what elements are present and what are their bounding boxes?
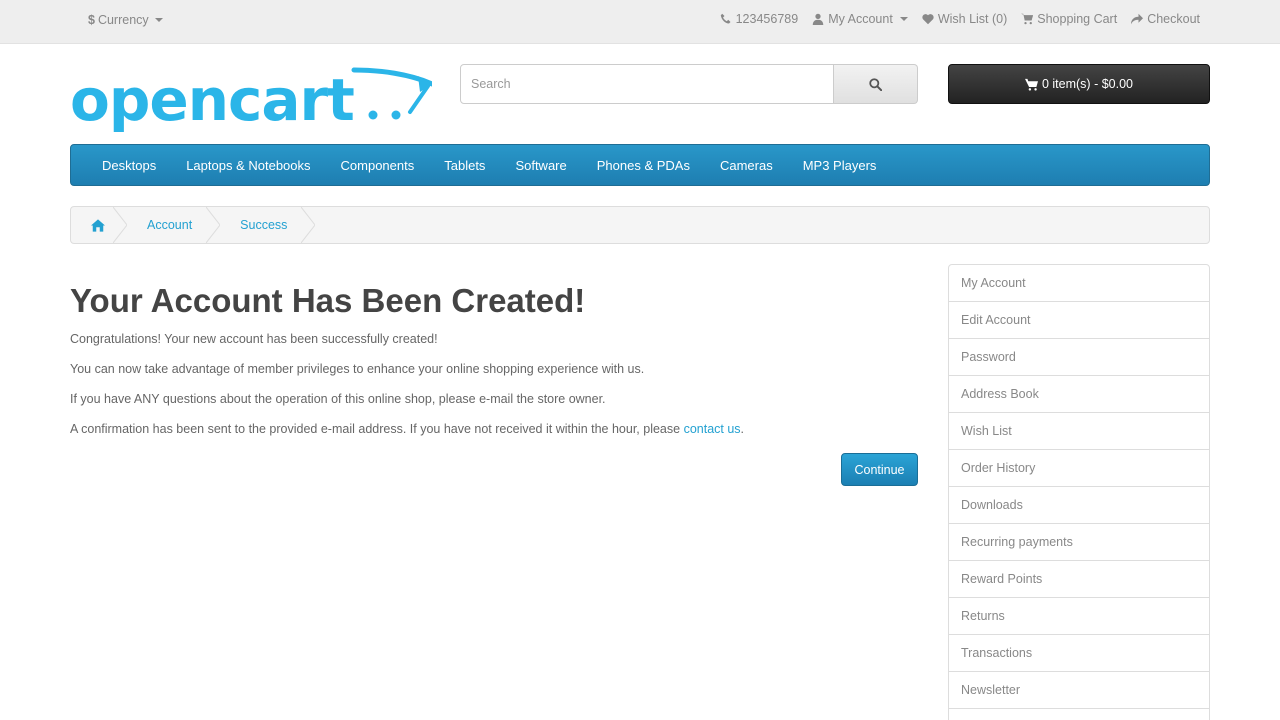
sidebar-item-my-account[interactable]: My Account [949,265,1209,302]
sidebar-item-more[interactable] [949,709,1209,720]
page-title: Your Account Has Been Created! [70,282,586,319]
my-account-label: My Account [828,12,893,26]
sidebar-item-password[interactable]: Password [949,339,1209,376]
share-icon [1131,13,1144,25]
breadcrumb-account[interactable]: Account [127,207,221,243]
breadcrumb-success[interactable]: Success [220,207,316,243]
caret-down-icon [899,17,908,21]
sidebar-item-newsletter[interactable]: Newsletter [949,672,1209,709]
top-links: 123456789 My Account Wish List (0) Shopp… [720,12,1200,26]
sidebar-item-edit-account[interactable]: Edit Account [949,302,1209,339]
breadcrumb-home[interactable] [71,207,127,243]
home-icon [91,218,105,232]
menu-item-laptops[interactable]: Laptops & Notebooks [171,158,325,173]
continue-button[interactable]: Continue [841,453,918,486]
cart-icon [1021,13,1034,25]
sidebar-item-transactions[interactable]: Transactions [949,635,1209,672]
shopping-cart-label: Shopping Cart [1037,12,1118,26]
paragraph-confirmation: A confirmation has been sent to the prov… [70,422,744,436]
phone-icon [720,13,731,24]
search-button[interactable] [834,64,918,104]
top-bar: $ Currency 123456789 My Account Wish Lis… [0,0,1280,44]
shopping-cart-link[interactable]: Shopping Cart [1021,12,1117,26]
sidebar-item-returns[interactable]: Returns [949,598,1209,635]
my-account-dropdown[interactable]: My Account [812,12,908,26]
currency-symbol: $ [88,13,95,27]
currency-dropdown[interactable]: $ Currency [88,13,163,27]
breadcrumb-separator [113,207,127,243]
sidebar-item-wish-list[interactable]: Wish List [949,413,1209,450]
opencart-logo[interactable]: opencart [70,62,432,136]
phone-number: 123456789 [735,12,799,26]
currency-label: Currency [97,13,149,27]
user-icon [812,13,824,25]
search-bar [460,64,918,104]
svg-text:opencart: opencart [70,66,354,134]
wish-list-label: Wish List (0) [937,12,1008,26]
checkout-link[interactable]: Checkout [1131,12,1200,26]
menu-item-tablets[interactable]: Tablets [429,158,500,173]
paragraph-questions: If you have ANY questions about the oper… [70,392,606,406]
paragraph-privileges: You can now take advantage of member pri… [70,362,645,376]
menu-item-software[interactable]: Software [500,158,581,173]
menu-item-components[interactable]: Components [326,158,430,173]
checkout-label: Checkout [1147,12,1200,26]
wish-list-link[interactable]: Wish List (0) [922,12,1007,26]
breadcrumb-separator [301,207,316,243]
cart-total: 0 item(s) - $0.00 [1041,77,1133,91]
cart-icon [1024,78,1038,91]
phone-link[interactable]: 123456789 [720,12,799,26]
breadcrumb-account-label: Account [147,218,193,232]
breadcrumb: Account Success [70,206,1210,244]
caret-down-icon [154,18,163,22]
sidebar-item-downloads[interactable]: Downloads [949,487,1209,524]
heart-icon [922,14,934,25]
cart-button[interactable]: 0 item(s) - $0.00 [948,64,1210,104]
confirmation-period: . [740,422,745,436]
breadcrumb-separator [206,207,221,243]
main-menu: Desktops Laptops & Notebooks Components … [70,144,1210,186]
confirmation-text: A confirmation has been sent to the prov… [70,422,684,436]
sidebar-item-recurring-payments[interactable]: Recurring payments [949,524,1209,561]
menu-item-mp3[interactable]: MP3 Players [788,158,892,173]
menu-item-cameras[interactable]: Cameras [705,158,788,173]
menu-item-desktops[interactable]: Desktops [87,158,171,173]
menu-item-phones[interactable]: Phones & PDAs [582,158,705,173]
sidebar-item-order-history[interactable]: Order History [949,450,1209,487]
breadcrumb-success-label: Success [240,218,288,232]
contact-us-link[interactable]: contact us [684,422,741,436]
search-icon [869,77,882,91]
search-input[interactable] [460,64,834,104]
sidebar-item-address-book[interactable]: Address Book [949,376,1209,413]
paragraph-congrats: Congratulations! Your new account has be… [70,332,438,346]
account-sidebar: My Account Edit Account Password Address… [948,264,1210,720]
sidebar-item-reward-points[interactable]: Reward Points [949,561,1209,598]
